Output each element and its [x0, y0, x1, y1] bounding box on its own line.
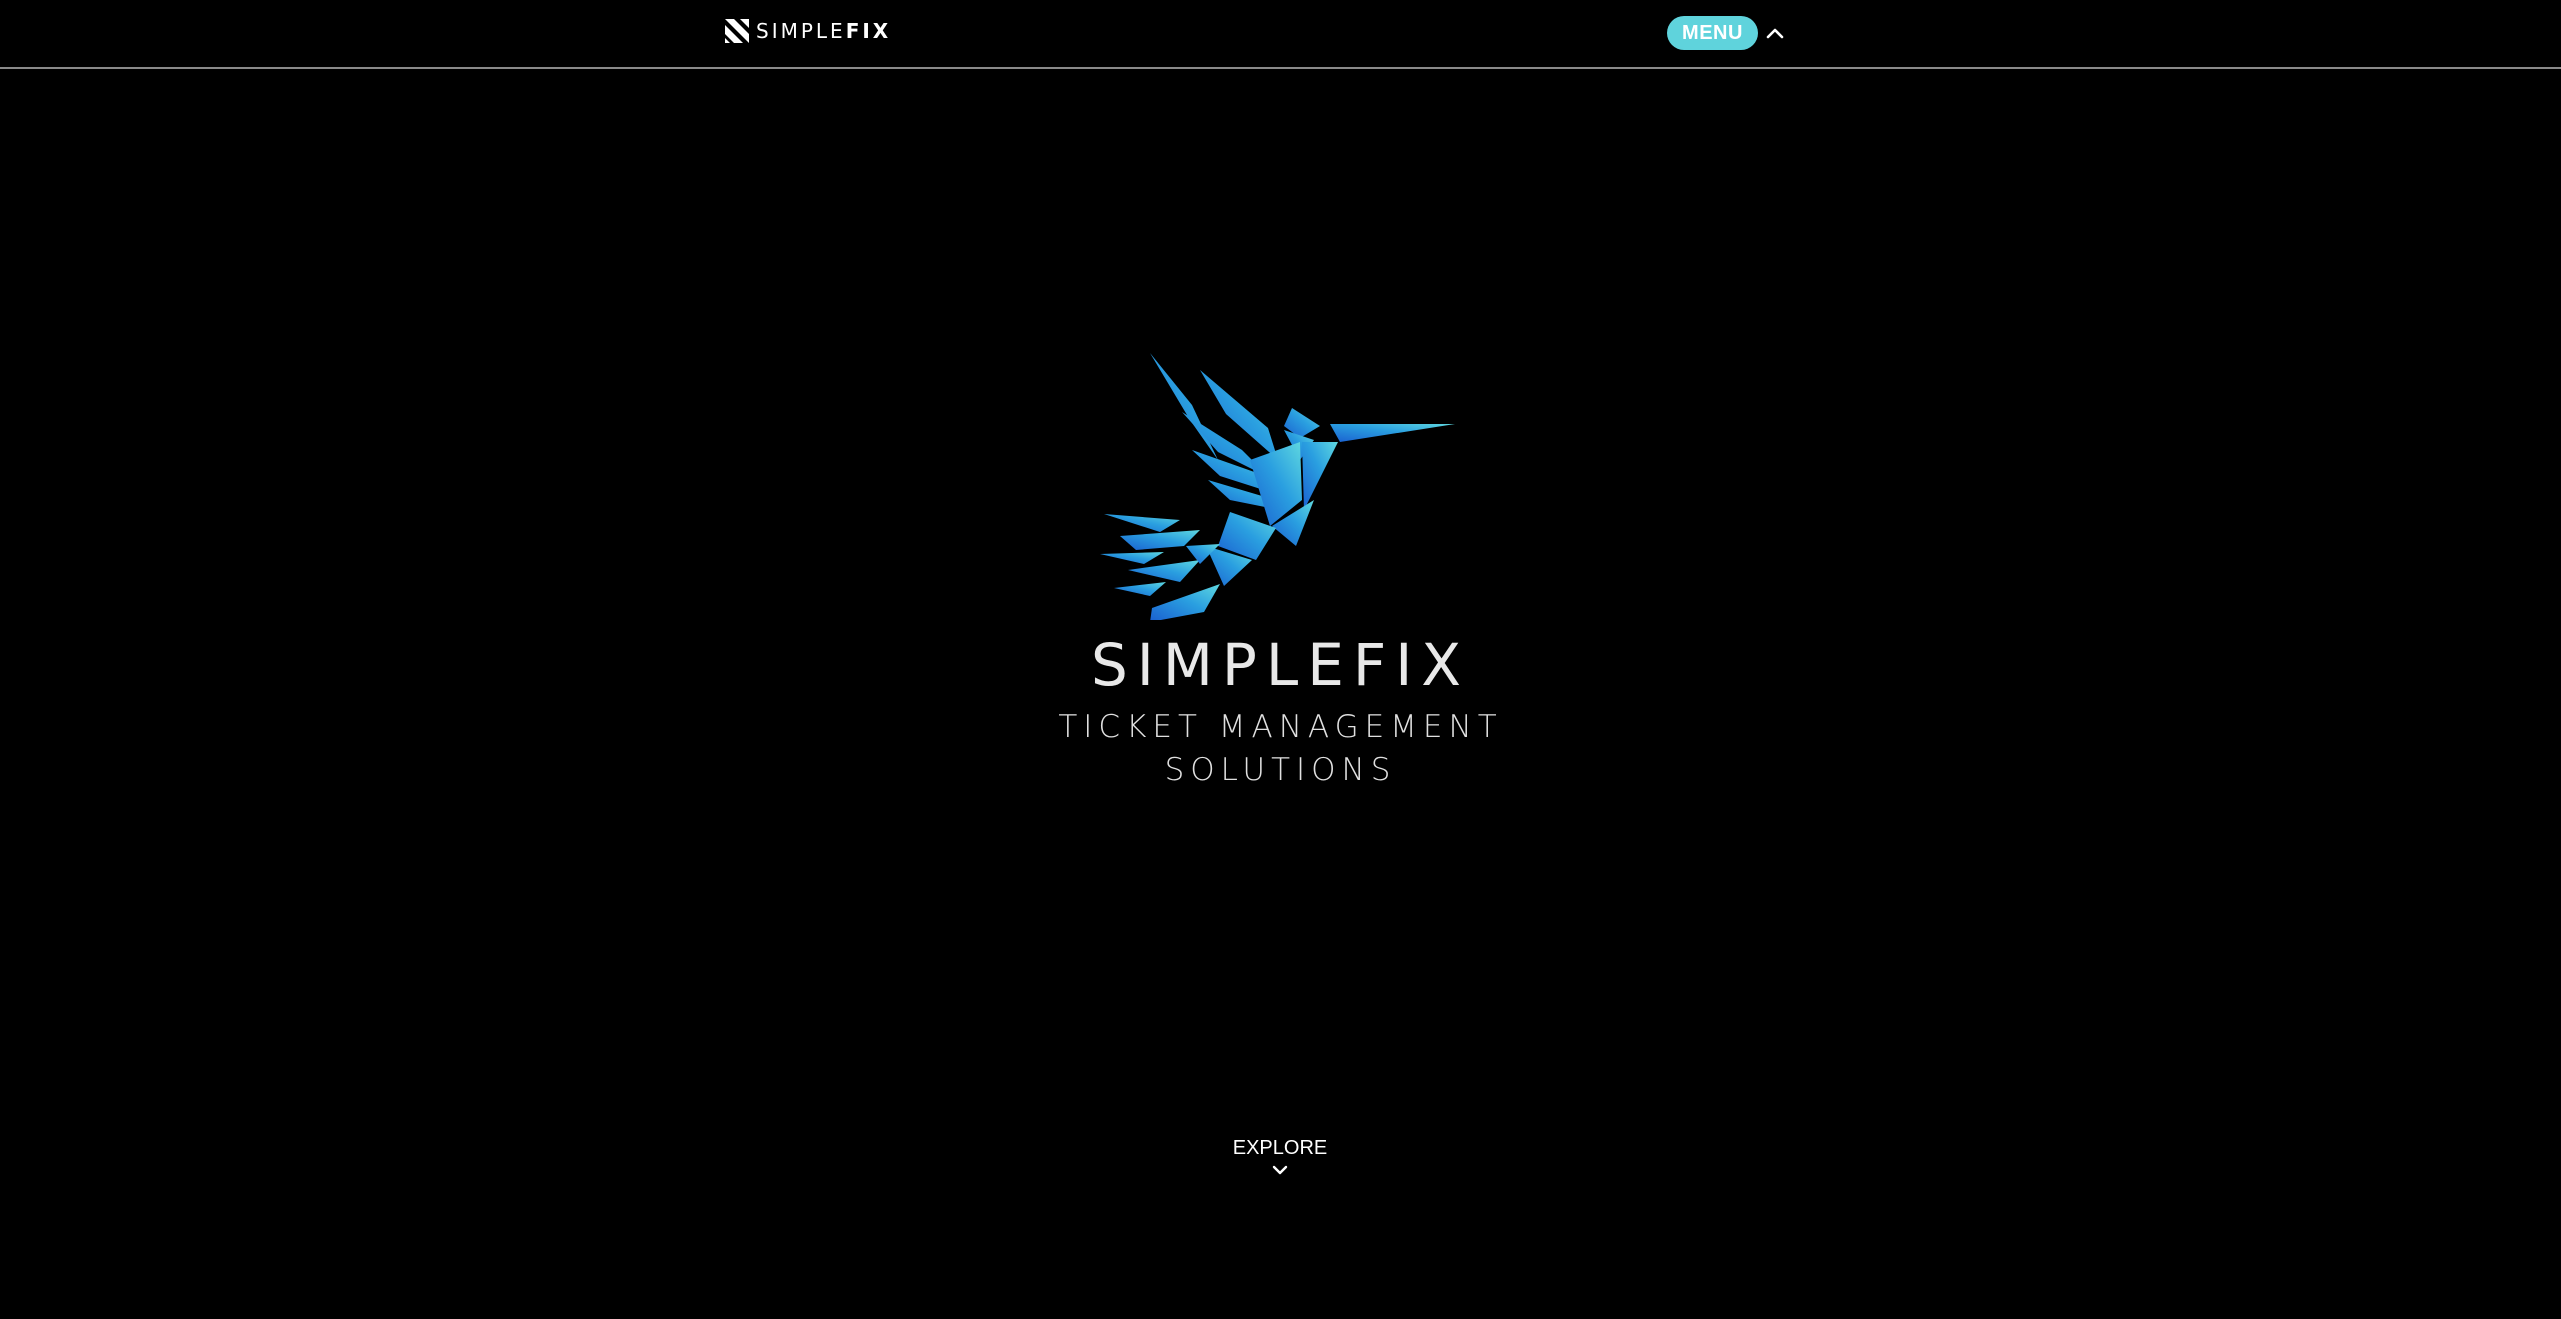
nav-logo-bold: FIX — [845, 19, 892, 43]
menu-button[interactable]: MENU — [1667, 16, 1758, 50]
chevron-down-icon — [1272, 1165, 1288, 1175]
hummingbird-logo — [1100, 353, 1455, 620]
home-logo-link[interactable]: SIMPLEFIX — [724, 17, 891, 45]
menu-controls: MENU — [1667, 16, 1784, 50]
nav-logo-light: SIMPLE — [756, 19, 846, 43]
hero-section: SIMPLEFIX TICKET MANAGEMENT SOLUTIONS — [0, 0, 2561, 1319]
explore-label: EXPLORE — [1232, 1137, 1328, 1159]
simplefix-mark-icon — [725, 19, 749, 43]
hero-subtitle-line1: TICKET MANAGEMENT — [1058, 709, 1503, 745]
hero-subtitle: TICKET MANAGEMENT SOLUTIONS — [0, 706, 2561, 792]
explore-button[interactable]: EXPLORE — [1180, 1134, 1380, 1176]
chevron-up-icon[interactable] — [1766, 27, 1784, 39]
hero-title: SIMPLEFIX — [1090, 631, 1471, 699]
top-navigation-bar: SIMPLEFIX MENU — [0, 0, 2561, 69]
hero-subtitle-line2: SOLUTIONS — [1164, 752, 1397, 788]
nav-logo-wordmark: SIMPLEFIX — [756, 17, 891, 45]
